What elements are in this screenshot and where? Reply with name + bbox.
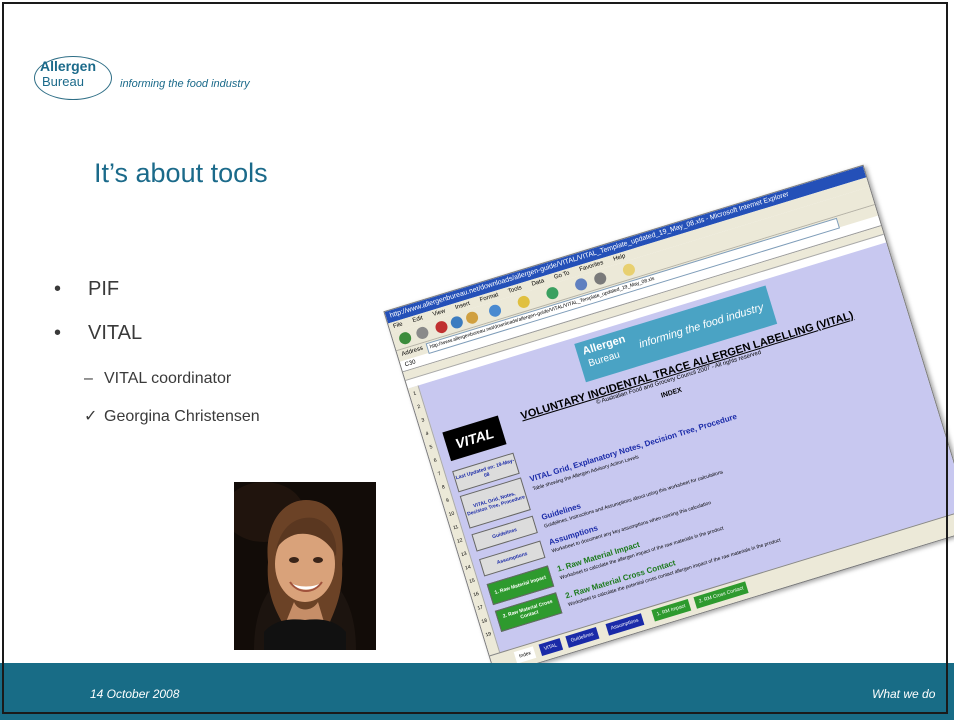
footer-tagline: What we do: [872, 687, 936, 701]
folder-icon: [621, 262, 637, 278]
bullet-text: VITAL: [88, 322, 143, 344]
slide-title: It’s about tools: [94, 158, 268, 188]
bullet-item: • VITAL: [54, 322, 142, 345]
sheet-tab[interactable]: VITAL: [538, 638, 563, 657]
print-icon: [592, 271, 608, 287]
favorites-icon: [516, 294, 532, 310]
forward-icon: [414, 325, 430, 341]
sub-bullet-item: – VITAL coordinator: [84, 370, 231, 388]
home-icon: [464, 310, 480, 326]
portrait-photo: [234, 482, 376, 650]
check-icon: ✓: [84, 408, 98, 425]
logo-word-bureau: Bureau: [42, 74, 84, 89]
dash-marker: –: [84, 370, 93, 387]
refresh-icon: [449, 314, 465, 330]
media-icon: [544, 285, 560, 301]
bullet-text: PIF: [88, 278, 120, 300]
footer-date: 14 October 2008: [90, 687, 180, 701]
sheet-tab[interactable]: Guidelines: [565, 627, 600, 648]
stop-icon: [434, 319, 449, 335]
logo-tagline: informing the food industry: [120, 78, 250, 90]
bullet-marker: •: [54, 278, 62, 300]
cell-reference: C30: [404, 359, 417, 369]
bullet-marker: •: [54, 322, 62, 344]
vital-spreadsheet-screenshot: http://www.allergenbureau.net/downloads/…: [383, 164, 954, 677]
logo-word-allergen: Allergen: [40, 58, 97, 74]
mail-icon: [573, 276, 589, 292]
bullet-item: • PIF: [54, 278, 119, 301]
sheet-tab[interactable]: Index: [513, 646, 537, 664]
sheet-index-label: INDEX: [660, 386, 683, 400]
sub-bullet-text: VITAL coordinator: [104, 370, 232, 387]
search-icon: [487, 303, 503, 319]
sub-bullet-item: ✓ Georgina Christensen: [84, 406, 260, 426]
allergen-bureau-logo: Allergen Bureau informing the food indus…: [30, 52, 350, 104]
back-icon: [397, 330, 413, 346]
vital-badge: VITAL: [442, 415, 507, 462]
sub-bullet-text: Georgina Christensen: [104, 408, 260, 425]
slide: Allergen Bureau informing the food indus…: [0, 0, 954, 720]
browser-window: http://www.allergenbureau.net/downloads/…: [383, 164, 954, 677]
footer-bar: 14 October 2008 What we do: [0, 663, 954, 720]
